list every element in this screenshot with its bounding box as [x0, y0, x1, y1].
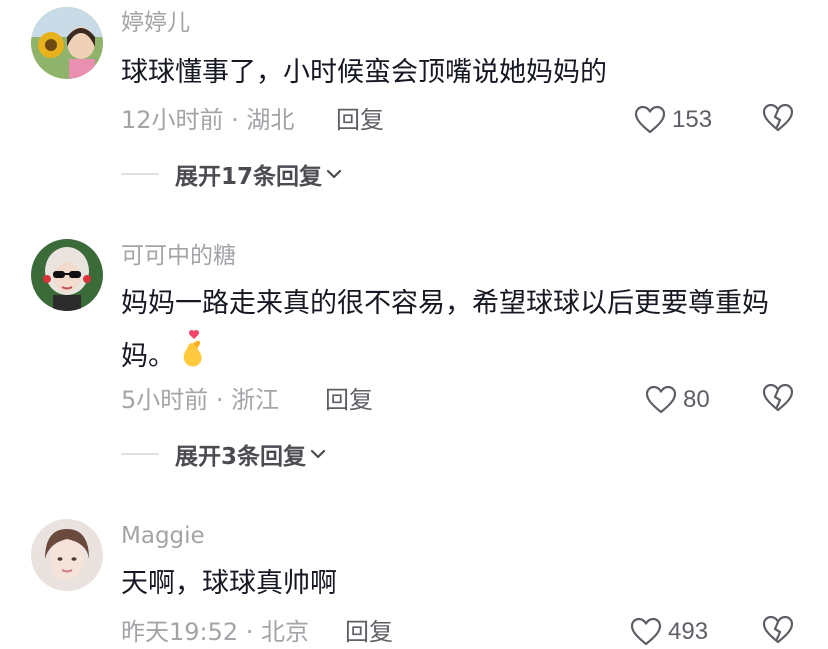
- comment-text: 妈妈一路走来真的很不容易，希望球球以后更要尊重妈妈。: [121, 279, 801, 386]
- like-count: 80: [683, 386, 710, 413]
- broken-heart-icon: [762, 615, 794, 644]
- expand-replies-button[interactable]: 展开3条回复: [121, 437, 326, 471]
- broken-heart-icon: [762, 383, 794, 412]
- avatar[interactable]: [31, 239, 103, 311]
- comment-time-location: 5小时前 · 浙江: [121, 386, 280, 414]
- chevron-down-icon: [310, 449, 326, 459]
- dislike-button[interactable]: [762, 615, 796, 649]
- username[interactable]: 婷婷儿: [121, 8, 190, 38]
- like-button[interactable]: 80: [645, 383, 710, 417]
- comment-text-body: 妈妈一路走来真的很不容易，希望球球以后更要尊重妈妈。: [121, 288, 769, 372]
- reply-button[interactable]: 回复: [325, 385, 373, 415]
- comment-text: 天啊，球球真帅啊: [121, 568, 337, 599]
- comment-time-location: 12小时前 · 湖北: [121, 106, 295, 134]
- username[interactable]: 可可中的糖: [121, 241, 236, 271]
- divider: [121, 173, 159, 175]
- dislike-button[interactable]: [762, 383, 796, 417]
- like-count: 153: [672, 106, 713, 133]
- username[interactable]: Maggie: [121, 521, 205, 551]
- heart-icon: [634, 105, 666, 134]
- divider: [121, 453, 159, 455]
- expand-replies-label: 展开17条回复: [175, 164, 323, 190]
- expand-replies-button[interactable]: 展开17条回复: [121, 157, 342, 191]
- like-button[interactable]: 153: [634, 103, 712, 137]
- comment-text: 球球懂事了，小时候蛮会顶嘴说她妈妈的: [121, 57, 607, 88]
- reply-button[interactable]: 回复: [336, 105, 384, 135]
- like-count: 493: [668, 618, 709, 645]
- avatar[interactable]: [31, 7, 103, 79]
- dislike-button[interactable]: [762, 103, 796, 137]
- finger-heart-emoji: [179, 329, 209, 386]
- expand-replies-label: 展开3条回复: [175, 444, 307, 470]
- chevron-down-icon: [326, 169, 342, 179]
- avatar[interactable]: [31, 519, 103, 591]
- broken-heart-icon: [762, 103, 794, 132]
- like-button[interactable]: 493: [630, 615, 708, 649]
- heart-icon: [645, 385, 677, 414]
